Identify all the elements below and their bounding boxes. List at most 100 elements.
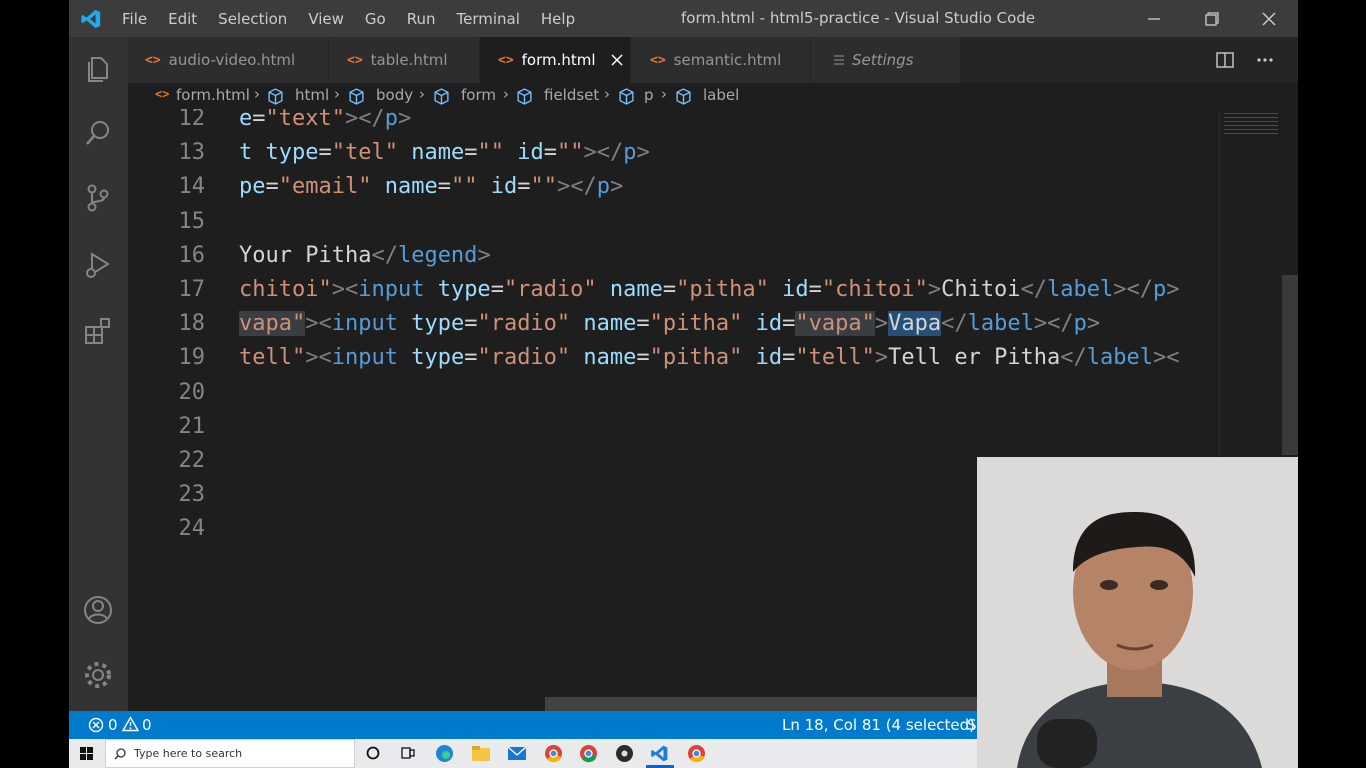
tab-label: Settings: [852, 51, 914, 69]
vscode-logo-icon: [81, 9, 101, 29]
cortana-icon[interactable]: [366, 746, 380, 760]
chrome-icon[interactable]: [687, 744, 706, 763]
breadcrumb-separator: ›: [334, 85, 340, 103]
code-token: ></: [583, 140, 624, 166]
chrome-icon[interactable]: [579, 744, 598, 763]
file-explorer-icon[interactable]: [471, 745, 491, 762]
task-view-icon[interactable]: [400, 746, 416, 760]
tab-form[interactable]: <> form.html: [480, 37, 631, 83]
code-token: name: [570, 345, 637, 371]
menu-edit[interactable]: Edit: [168, 10, 197, 28]
code-token: >: [609, 174, 624, 200]
account-icon[interactable]: [82, 594, 114, 626]
code-token: p: [623, 140, 637, 166]
extensions-icon[interactable]: [82, 315, 114, 347]
line-number: 13: [178, 140, 206, 166]
webcam-overlay: [977, 457, 1298, 768]
obs-icon[interactable]: [615, 744, 634, 763]
cursor-position[interactable]: Ln 18, Col 81 (4 selected): [782, 716, 975, 734]
menu-help[interactable]: Help: [541, 10, 575, 28]
html-file-icon: <>: [347, 52, 363, 68]
code-token: type: [397, 311, 465, 337]
breadcrumb-form[interactable]: form: [461, 86, 496, 104]
run-debug-icon[interactable]: [82, 249, 114, 281]
breadcrumb-body[interactable]: body: [376, 86, 413, 104]
breadcrumb-fieldset[interactable]: fieldset: [544, 86, 599, 104]
code-token: >: [927, 277, 942, 302]
html-file-icon: <>: [650, 52, 666, 68]
close-tab-icon[interactable]: [611, 54, 623, 66]
breadcrumb-form-html[interactable]: form.html: [176, 86, 250, 104]
code-line[interactable]: Your Pitha</legend>: [239, 243, 491, 268]
code-line[interactable]: e="text"></p>: [239, 109, 411, 131]
horizontal-scrollbar[interactable]: [545, 697, 1036, 711]
source-control-icon[interactable]: [82, 182, 114, 214]
code-token: ></: [344, 109, 385, 131]
code-token: label: [1047, 277, 1114, 302]
status-item-truncated[interactable]: S: [967, 716, 977, 734]
breadcrumb-html[interactable]: html: [295, 86, 329, 104]
tab-table[interactable]: <> table.html: [329, 37, 480, 83]
element-cube-icon: [676, 88, 691, 105]
breadcrumb-separator: ›: [661, 85, 667, 103]
code-token: </: [1060, 345, 1087, 371]
error-count[interactable]: 0: [108, 716, 118, 734]
menu-bar: File Edit Selection View Go Run Terminal…: [122, 0, 596, 37]
code-line[interactable]: pe="email" name="" id=""></p>: [239, 174, 623, 199]
search-icon[interactable]: [82, 117, 114, 149]
breadcrumb-label[interactable]: label: [703, 86, 739, 104]
tab-audio-video[interactable]: <> audio-video.html: [128, 37, 329, 83]
code-token: Vapa: [888, 311, 942, 337]
warning-count[interactable]: 0: [142, 716, 152, 734]
menu-selection[interactable]: Selection: [218, 10, 287, 28]
minimize-button[interactable]: [1131, 0, 1177, 37]
scrollbar-thumb[interactable]: [1282, 275, 1298, 455]
chrome-icon[interactable]: [544, 744, 563, 763]
taskbar-search-box[interactable]: Type here to search: [105, 739, 355, 768]
close-window-button[interactable]: [1246, 0, 1292, 37]
code-token: =: [464, 140, 478, 166]
edge-browser-icon[interactable]: [435, 744, 454, 763]
menu-terminal[interactable]: Terminal: [457, 10, 520, 28]
split-editor-icon[interactable]: [1215, 50, 1235, 70]
more-actions-icon[interactable]: [1255, 50, 1275, 70]
menu-file[interactable]: File: [122, 10, 147, 28]
code-line[interactable]: chitoi"><input type="radio" name="pitha"…: [239, 277, 1180, 302]
code-line[interactable]: tell"><input type="radio" name="pitha" i…: [239, 345, 1180, 370]
menu-run[interactable]: Run: [407, 10, 436, 28]
code-token: legend: [397, 242, 478, 268]
menu-view[interactable]: View: [308, 10, 344, 28]
code-token: p: [596, 174, 610, 200]
tab-semantic[interactable]: <> semantic.html: [631, 37, 811, 83]
menu-go[interactable]: Go: [365, 10, 386, 28]
editor-tabs: <> audio-video.html <> table.html <> for…: [128, 37, 1298, 83]
code-token: >: [874, 345, 889, 371]
code-token: =: [464, 345, 478, 371]
code-token: "radio": [477, 311, 571, 337]
search-placeholder: Type here to search: [134, 747, 243, 760]
windows-start-icon[interactable]: [80, 747, 93, 760]
tab-settings[interactable]: Settings: [811, 37, 961, 83]
error-icon: [88, 717, 104, 733]
minimap-preview: [1224, 113, 1278, 137]
explorer-icon[interactable]: [82, 52, 114, 84]
minimize-icon: [1148, 17, 1160, 20]
breadcrumb-p[interactable]: p: [644, 86, 654, 104]
code-token: e: [239, 109, 253, 131]
presenter-video: [977, 457, 1298, 768]
vscode-taskbar-icon[interactable]: [650, 744, 669, 763]
code-token: id: [742, 345, 783, 371]
code-token: "pitha": [649, 311, 743, 337]
gear-icon[interactable]: [82, 659, 114, 691]
code-token: ><: [305, 345, 332, 371]
mail-icon[interactable]: [507, 745, 527, 762]
code-line[interactable]: vapa"><input type="radio" name="pitha" i…: [239, 311, 1100, 337]
restore-button[interactable]: [1189, 0, 1235, 37]
code-token: pe: [239, 174, 266, 200]
code-token: id: [768, 277, 809, 302]
code-line[interactable]: t type="tel" name="" id=""></p>: [239, 140, 650, 165]
code-token: >: [397, 109, 412, 131]
code-token: >: [636, 140, 650, 166]
code-token: "": [477, 140, 504, 166]
code-token: t type: [239, 140, 319, 166]
